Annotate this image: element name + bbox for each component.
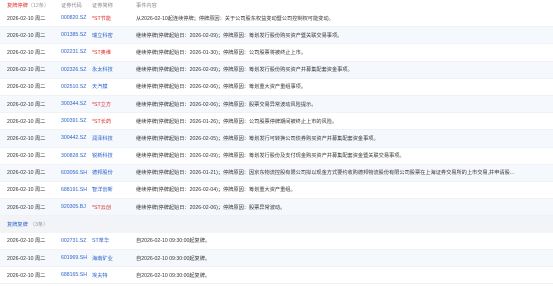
table-row[interactable]: 2026-02-10 周二 002731.SZ ST萃华 自2026-02-10 09… <box>0 233 553 250</box>
stock-code-link[interactable]: 688165.SH <box>61 272 91 278</box>
group-count: （12条） <box>27 2 50 9</box>
stock-name-link[interactable]: 天汽模 <box>91 83 136 90</box>
column-header-name: 证券简称 <box>92 2 113 9</box>
stock-code-link[interactable]: 300344.SZ <box>61 101 91 107</box>
table-row[interactable]: 2026-02-10 周二 000820.SZ *ST节能 从2026-02-10起连… <box>0 10 553 28</box>
stock-code-link[interactable]: 002326.SZ <box>61 67 91 73</box>
row-date: 2026-02-10 周二 <box>7 84 46 91</box>
group-label: 复牌停牌 <box>7 2 28 9</box>
row-date: 2026-02-10 周二 <box>7 118 46 125</box>
stock-code-link[interactable]: 002510.SZ <box>61 84 91 90</box>
row-date: 2026-02-10 周二 <box>7 238 46 245</box>
row-date: 2026-02-10 周二 <box>7 170 46 177</box>
row-date: 2026-02-10 周二 <box>7 272 46 279</box>
stock-name-link[interactable]: *ST立方 <box>91 101 136 108</box>
row-date: 2026-02-10 周二 <box>7 32 46 39</box>
row-date: 2026-02-10 周二 <box>7 153 46 160</box>
table-row[interactable]: 2026-02-10 周二 300391.SZ *ST长药 继续停牌(停牌起始日：20… <box>0 113 553 131</box>
resumption-list: 2026-02-10 周二 002731.SZ ST萃华 自2026-02-10 09… <box>0 233 553 285</box>
stock-code-link[interactable]: 688191.SH <box>61 187 91 193</box>
stock-code-link[interactable]: 300391.SZ <box>61 118 91 124</box>
stock-name-link[interactable]: 德邦股份 <box>91 169 136 176</box>
event-content: 继续停牌(停牌起始日：2026-02-09)；停牌原因：筹划发行股份购买资产暨关… <box>136 32 343 39</box>
resume-section-count: （3条） <box>29 222 49 228</box>
column-header-event: 事件内容 <box>136 2 157 9</box>
table-row[interactable]: 2026-02-10 周二 002510.SZ 天汽模 继续停牌(停牌起始日：2026… <box>0 79 553 96</box>
stock-code-link[interactable]: 000820.SZ <box>61 15 91 21</box>
stock-name-link[interactable]: 海南矿业 <box>91 255 136 262</box>
table-row[interactable]: 2026-02-10 周二 002326.SZ 永太科技 继续停牌(停牌起始日：202… <box>0 61 553 79</box>
stock-code-link[interactable]: 300442.SZ <box>61 135 91 141</box>
table-row[interactable]: 2026-02-10 周二 601969.SH 海南矿业 自2026-02-10 09… <box>0 249 553 268</box>
row-date: 2026-02-10 周二 <box>7 187 46 194</box>
event-content: 继续停牌(停牌起始日：2026-02-06)；停牌原因：筹划重大资产重组事项。 <box>136 84 307 91</box>
table-row[interactable]: 2026-02-10 周二 603056.SH 德邦股份 继续停牌(停牌起始日：202… <box>0 164 553 182</box>
resume-section-label: 复牌复牌 <box>7 222 28 228</box>
table-row[interactable]: 2026-02-10 周二 920305.BJ *ST云创 继续停牌(停牌起始日：20… <box>0 199 553 217</box>
event-content: 自2026-02-10 09:30:00起复牌。 <box>136 255 211 262</box>
event-content: 自2026-02-10 09:30:00起复牌。 <box>136 238 211 245</box>
stock-name-link[interactable]: 瑞立科密 <box>91 32 136 39</box>
column-header-code: 证券代码 <box>61 2 82 9</box>
stock-code-link[interactable]: 002731.SZ <box>61 238 91 244</box>
suspension-list: 2026-02-10 周二 000820.SZ *ST节能 从2026-02-10起连… <box>0 10 553 217</box>
event-content: 继续停牌(停牌起始日：2026-02-09)；停牌原因：筹划发行股份购买资产并募… <box>136 67 353 74</box>
row-date: 2026-02-10 周二 <box>7 204 46 211</box>
row-date: 2026-02-10 周二 <box>7 15 46 22</box>
event-content: 继续停牌(停牌起始日：2026-02-06)；停牌原因：股票异常波动。 <box>136 204 286 211</box>
table-row[interactable]: 2026-02-10 周二 300828.SZ 锐新科技 继续停牌(停牌起始日：202… <box>0 148 553 165</box>
stock-name-link[interactable]: *ST节能 <box>91 15 136 22</box>
resume-section-title: 复牌复牌 （3条） <box>0 221 48 228</box>
stock-name-link[interactable]: 润泽科技 <box>91 135 136 142</box>
event-content: 继续停牌(停牌起始日：2026-01-26)；停牌原因：公司股票停牌期间被终止上… <box>136 118 338 125</box>
stock-code-link[interactable]: 603056.SH <box>61 170 91 176</box>
stock-code-link[interactable]: 601969.SH <box>61 255 91 261</box>
suspension-resumption-panel: 复牌停牌（12条） 证券代码 证券简称 事件内容 2026-02-10 周二 00… <box>0 0 553 286</box>
stock-code-link[interactable]: 300828.SZ <box>61 153 91 159</box>
event-content: 自2026-02-10 09:30:00起复牌。 <box>136 272 211 279</box>
table-row[interactable]: 2026-02-10 周二 688191.SH 智洋创新 继续停牌(停牌起始日：202… <box>0 182 553 200</box>
row-date: 2026-02-10 周二 <box>7 255 46 262</box>
row-date: 2026-02-10 周二 <box>7 49 46 56</box>
event-content: 从2026-02-10起连续停牌；停牌原因：关于公司股东权益变动暨公司控制权可能… <box>136 15 334 22</box>
row-date: 2026-02-10 周二 <box>7 135 46 142</box>
event-content: 继续停牌(停牌起始日：2026-02-05)；停牌原因：筹划发行可转换公司债券购… <box>136 135 379 142</box>
table-row[interactable]: 2026-02-10 周二 002231.SZ *ST奥维 继续停牌(停牌起始日：20… <box>0 44 553 62</box>
table-row[interactable]: 2026-02-10 周二 688165.SH 埃夫特 自2026-02-10 09:… <box>0 267 553 285</box>
stock-name-link[interactable]: ST萃华 <box>91 237 136 244</box>
stock-code-link[interactable]: 920305.BJ <box>61 204 91 210</box>
stock-name-link[interactable]: *ST奥维 <box>91 49 136 56</box>
event-content: 继续停牌(停牌起始日：2026-01-30)；停牌原因：公司股票将被终止上市。 <box>136 49 307 56</box>
event-content: 继续停牌(停牌起始日：2026-02-09)；停牌原因：筹划发行股份及支付现金购… <box>136 153 405 160</box>
table-header: 复牌停牌（12条） 证券代码 证券简称 事件内容 <box>0 0 553 10</box>
stock-name-link[interactable]: 永太科技 <box>91 66 136 73</box>
event-content: 继续停牌(停牌起始日：2026-02-06)；停牌原因：股票交易异常波动风险提示… <box>136 101 317 108</box>
group-header[interactable]: 复牌停牌（12条） <box>0 2 61 9</box>
event-content: 继续停牌(停牌起始日：2026-01-21)；停牌原因：因京东物流控股有限公司拟… <box>136 170 515 177</box>
row-date: 2026-02-10 周二 <box>7 101 46 108</box>
table-row[interactable]: 2026-02-10 周二 300344.SZ *ST立方 继续停牌(停牌起始日：20… <box>0 95 553 114</box>
row-date: 2026-02-10 周二 <box>7 67 46 74</box>
resume-section-header[interactable]: 复牌复牌 （3条） <box>0 216 553 233</box>
stock-name-link[interactable]: *ST长药 <box>91 118 136 125</box>
stock-name-link[interactable]: *ST云创 <box>91 204 136 211</box>
event-content: 继续停牌(停牌起始日：2026-02-04)；停牌原因：筹划重大资产重组。 <box>136 187 296 194</box>
stock-code-link[interactable]: 002231.SZ <box>61 49 91 55</box>
stock-name-link[interactable]: 智洋创新 <box>91 186 136 193</box>
table-row[interactable]: 2026-02-10 周二 300442.SZ 润泽科技 继续停牌(停牌起始日：202… <box>0 130 553 148</box>
stock-name-link[interactable]: 锐新科技 <box>91 152 136 159</box>
stock-code-link[interactable]: 001385.SZ <box>61 32 91 38</box>
table-row[interactable]: 2026-02-10 周二 001385.SZ 瑞立科密 继续停牌(停牌起始日：202… <box>0 27 553 45</box>
stock-name-link[interactable]: 埃夫特 <box>91 272 136 279</box>
